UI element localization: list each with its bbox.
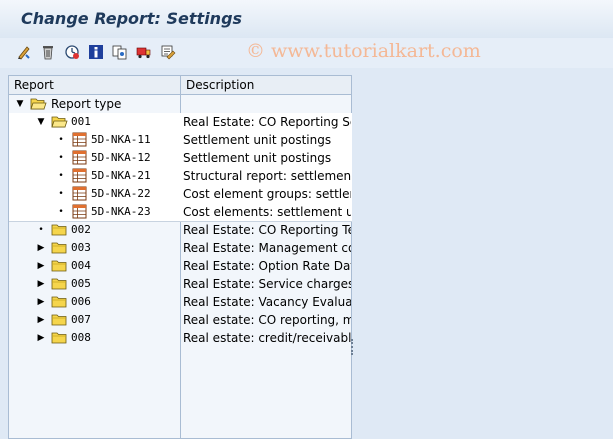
report-description: Structural report: settlement u (183, 169, 351, 183)
expand-toggle[interactable]: ▼ (15, 98, 25, 110)
expand-toggle[interactable]: ▶ (36, 278, 46, 290)
transport-icon[interactable] (136, 44, 152, 60)
expand-toggle[interactable]: • (56, 206, 66, 218)
tree-row[interactable]: ▶ 008 Real estate: credit/receivables (9, 329, 352, 347)
tree-row[interactable]: ▶ 006 Real Estate: Vacancy Evaluation (9, 293, 352, 311)
report-table-icon (72, 132, 87, 147)
tree-root-label: Report type (51, 97, 122, 111)
tree-row[interactable]: ▶ 003 Real Estate: Management cont (9, 239, 352, 257)
expand-toggle[interactable]: ▶ (36, 260, 46, 272)
report-description: Real Estate: Option Rate Data (183, 259, 351, 273)
delete-icon[interactable] (40, 44, 56, 60)
expand-toggle[interactable]: ▶ (36, 314, 46, 326)
report-code: 5D-NKA-23 (91, 205, 151, 218)
tree-row[interactable]: ▶ 005 Real Estate: Service charges se (9, 275, 352, 293)
report-code: 5D-NKA-22 (91, 187, 151, 200)
report-description: Real Estate: CO Reporting Tena (183, 223, 351, 237)
folder-icon (51, 260, 67, 272)
report-code: 5D-NKA-21 (91, 169, 151, 182)
report-description: Real Estate: Service charges se (183, 277, 351, 291)
folder-open-icon (51, 116, 68, 128)
tree-row[interactable]: ▼ 001 Real Estate: CO Reporting Sett (9, 113, 352, 131)
expand-toggle[interactable]: ▼ (36, 116, 46, 128)
report-table-icon (72, 168, 87, 183)
report-description: Real Estate: Vacancy Evaluation (183, 295, 351, 309)
tree-root-row[interactable]: ▼ Report type (9, 95, 352, 113)
check-icon[interactable] (64, 44, 80, 60)
report-code: 007 (71, 313, 91, 326)
report-description: Cost element groups: settleme (183, 187, 351, 201)
tree-row[interactable]: • 5D-NKA-22 Cost element groups: settleme (9, 185, 352, 203)
column-header-description[interactable]: Description (186, 78, 254, 92)
expand-toggle[interactable]: • (56, 134, 66, 146)
tree-row[interactable]: • 5D-NKA-11 Settlement unit postings (9, 131, 352, 149)
report-code: 002 (71, 223, 91, 236)
report-code: 008 (71, 331, 91, 344)
expand-toggle[interactable]: ▶ (36, 242, 46, 254)
watermark: © www.tutorialkart.com (246, 40, 481, 62)
expand-toggle[interactable]: • (56, 188, 66, 200)
tree-row[interactable]: • 002 Real Estate: CO Reporting Tena (9, 221, 352, 239)
report-code: 004 (71, 259, 91, 272)
report-code: 001 (71, 115, 91, 128)
display-change-icon[interactable] (16, 44, 32, 60)
report-code: 5D-NKA-12 (91, 151, 151, 164)
expand-toggle[interactable]: • (56, 170, 66, 182)
report-description: Real estate: CO reporting, mas (183, 313, 351, 327)
expand-toggle[interactable]: • (36, 224, 46, 236)
tree-row[interactable]: • 5D-NKA-12 Settlement unit postings (9, 149, 352, 167)
report-description: Cost elements: settlement unit (183, 205, 351, 219)
page-title: Change Report: Settings (21, 9, 243, 28)
folder-icon (51, 242, 67, 254)
report-description: Real Estate: Management cont (183, 241, 351, 255)
tree-row[interactable]: • 5D-NKA-23 Cost elements: settlement unit (9, 203, 352, 222)
title-bar: Change Report: Settings (0, 0, 613, 38)
folder-icon (51, 314, 67, 326)
report-code: 005 (71, 277, 91, 290)
report-description: Settlement unit postings (183, 151, 332, 165)
tree-row[interactable]: ▶ 004 Real Estate: Option Rate Data (9, 257, 352, 275)
report-code: 5D-NKA-11 (91, 133, 151, 146)
report-code: 006 (71, 295, 91, 308)
folder-icon (51, 296, 67, 308)
report-tree: Report Description ▼ Report type ▼ 001 Rea… (8, 75, 352, 439)
report-table-icon (72, 186, 87, 201)
report-description: Settlement unit postings (183, 133, 332, 147)
info-icon[interactable] (88, 44, 104, 60)
report-code: 003 (71, 241, 91, 254)
detail-pane (356, 75, 613, 439)
settings-icon[interactable] (160, 44, 176, 60)
report-description: Real estate: credit/receivables (183, 331, 351, 345)
report-table-icon (72, 150, 87, 165)
folder-icon (51, 332, 67, 344)
hierarchy-icon[interactable] (112, 44, 128, 60)
folder-icon (51, 224, 67, 236)
splitter-grip[interactable] (351, 339, 355, 355)
folder-open-icon (30, 98, 47, 110)
column-header-report[interactable]: Report (14, 78, 54, 92)
expand-toggle[interactable]: • (56, 152, 66, 164)
expand-toggle[interactable]: ▶ (36, 332, 46, 344)
report-description: Real Estate: CO Reporting Sett (183, 115, 351, 129)
expand-toggle[interactable]: ▶ (36, 296, 46, 308)
tree-row[interactable]: • 5D-NKA-21 Structural report: settlement … (9, 167, 352, 185)
report-table-icon (72, 204, 87, 219)
folder-icon (51, 278, 67, 290)
tree-row[interactable]: ▶ 007 Real estate: CO reporting, mas (9, 311, 352, 329)
